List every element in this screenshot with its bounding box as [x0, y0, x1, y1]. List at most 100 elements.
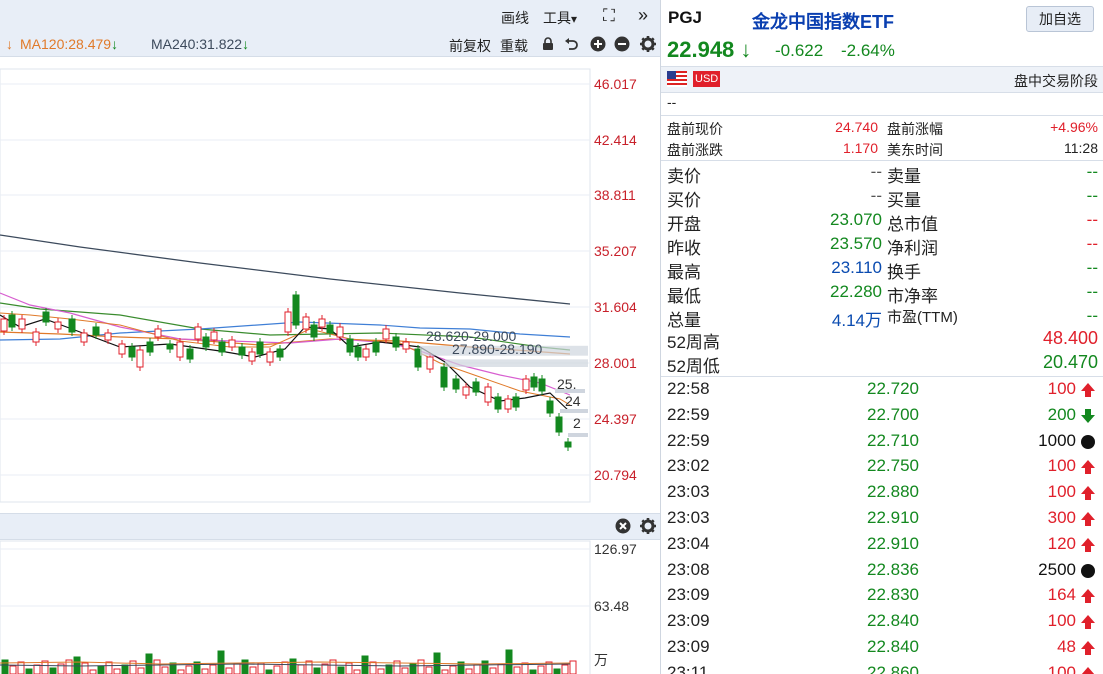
- candlestick-chart[interactable]: 46.017 42.414 38.811 35.207 31.604 28.001 24.3…: [0, 57, 660, 513]
- stat-label: 昨收: [667, 239, 701, 258]
- price-tick-label: 20.794: [594, 467, 637, 483]
- candle-body: [210, 331, 218, 341]
- volume-bar: [561, 664, 569, 674]
- tick-time: 23:04: [667, 533, 710, 553]
- candle-body: [284, 311, 292, 333]
- gear-icon[interactable]: [640, 36, 656, 52]
- candle-body: [136, 349, 144, 368]
- volume-bar: [265, 669, 273, 674]
- price-change: -0.622: [775, 41, 824, 60]
- tick-time: 23:09: [667, 611, 710, 631]
- arrow-up-icon: [1081, 615, 1095, 630]
- range-label-2: 27.890-28.190: [452, 341, 543, 357]
- volume-bar: [473, 664, 481, 674]
- volume-bar: [185, 665, 193, 674]
- premarket-value: 11:28: [1064, 140, 1098, 156]
- candle-body: [354, 346, 362, 358]
- zoom-in-icon[interactable]: [590, 36, 606, 52]
- stat-value: 23.070: [830, 210, 882, 229]
- arrow-up-icon: [1081, 486, 1095, 501]
- arrow-up-icon: [1081, 460, 1095, 475]
- session-status: 盘中交易阶段: [1014, 73, 1098, 89]
- tick-volume: 2500: [1038, 559, 1076, 579]
- neutral-dot-icon: [1081, 434, 1095, 449]
- candle-body: [346, 338, 354, 353]
- volume-bar: [97, 665, 105, 674]
- candle-body: [42, 311, 50, 323]
- tools-menu-button[interactable]: 工具▾: [543, 8, 577, 28]
- tick-row: 23:09 22.840 100: [667, 609, 1098, 634]
- stat-row: 买价 -- 买量 --: [667, 186, 1098, 210]
- price-tick-label: 46.017: [594, 76, 637, 92]
- stat-row: 卖价 -- 卖量 --: [667, 162, 1098, 186]
- tick-price: 22.836: [867, 559, 919, 579]
- chart-toolbar: 画线 工具▾ ⛶ »: [0, 0, 660, 33]
- tick-volume: 100: [1047, 456, 1076, 476]
- ma-indicator-row: ↓ MA120:28.479↓ MA240:31.822↓ 前复权 重载: [0, 32, 660, 57]
- reset-button[interactable]: 重载: [500, 36, 528, 56]
- volume-bar: [497, 663, 505, 674]
- add-watchlist-button[interactable]: 加自选: [1026, 6, 1094, 32]
- candle-body: [318, 318, 326, 328]
- tick-price: 22.910: [867, 508, 919, 527]
- undo-icon[interactable]: [564, 37, 579, 52]
- candle-body: [68, 318, 76, 333]
- volume-bar: [553, 668, 561, 674]
- stat-label: 开盘: [667, 215, 701, 234]
- volume-bar: [289, 658, 297, 674]
- volume-chart[interactable]: 126.97 63.48 万: [0, 539, 660, 674]
- arrow-up-icon: [1081, 666, 1095, 674]
- candle-body: [54, 321, 62, 330]
- volume-bar: [1, 659, 9, 674]
- stat-row: 最高 23.110 换手 --: [667, 258, 1098, 282]
- last-price: 22.948 ↓: [667, 37, 751, 63]
- gear-icon[interactable]: [640, 518, 656, 534]
- lock-icon[interactable]: [541, 37, 555, 51]
- candle-body: [0, 318, 8, 332]
- tick-list[interactable]: 22:58 22.720 100 22:59 22.700 200 22:59 22.710 1…: [661, 377, 1103, 674]
- candle-body: [302, 316, 310, 330]
- session-bar: USD 盘中交易阶段: [661, 66, 1103, 93]
- candle-body: [154, 328, 162, 338]
- candle-body: [118, 343, 126, 355]
- week52-row: 52周低 20.470: [667, 352, 1098, 376]
- adjust-button[interactable]: 前复权: [449, 36, 491, 56]
- volume-bar: [449, 665, 457, 674]
- stat-label: 市盈(TTM): [887, 309, 958, 326]
- volume-bar: [89, 669, 97, 674]
- volume-bar: [305, 660, 313, 674]
- candle-body: [80, 332, 88, 343]
- volume-bar: [369, 661, 377, 674]
- volume-bar: [201, 668, 209, 674]
- volume-bar: [281, 661, 289, 674]
- candle-body: [362, 348, 370, 358]
- close-icon[interactable]: [615, 518, 631, 534]
- candle-body: [392, 336, 400, 348]
- volume-bar: [161, 666, 169, 674]
- fullscreen-icon[interactable]: ⛶: [603, 6, 615, 26]
- stat-value: --: [1086, 258, 1098, 277]
- neutral-dot-icon: [1081, 563, 1095, 578]
- volume-bar: [529, 669, 537, 674]
- tag-label-3: 2: [573, 415, 581, 431]
- tools-menu-label: 工具: [543, 10, 571, 26]
- price-tick-label: 35.207: [594, 243, 637, 259]
- security-name: 金龙中国指数ETF: [752, 12, 894, 32]
- stats-block: 卖价 -- 卖量 -- 买价 -- 买量 -- 开盘 23.070 总市值 -- 昨收 23.570 净利润…: [661, 160, 1103, 330]
- candle-body: [382, 328, 390, 340]
- zoom-out-icon[interactable]: [614, 36, 630, 52]
- premarket-value: +4.96%: [1050, 119, 1098, 135]
- candle-body: [452, 378, 460, 390]
- collapse-icon[interactable]: »: [638, 5, 648, 26]
- candle-body: [372, 341, 380, 353]
- stat-row: 昨收 23.570 净利润 --: [667, 234, 1098, 258]
- candle-body: [462, 386, 470, 396]
- tick-time: 23:09: [667, 637, 710, 656]
- draw-tool-button[interactable]: 画线: [501, 8, 529, 28]
- tick-price: 22.830: [867, 585, 919, 605]
- volume-bar: [353, 669, 361, 674]
- currency-badge: USD: [693, 71, 721, 87]
- candle-body: [310, 324, 318, 338]
- stat-value: --: [870, 186, 882, 205]
- candle-body: [522, 378, 530, 391]
